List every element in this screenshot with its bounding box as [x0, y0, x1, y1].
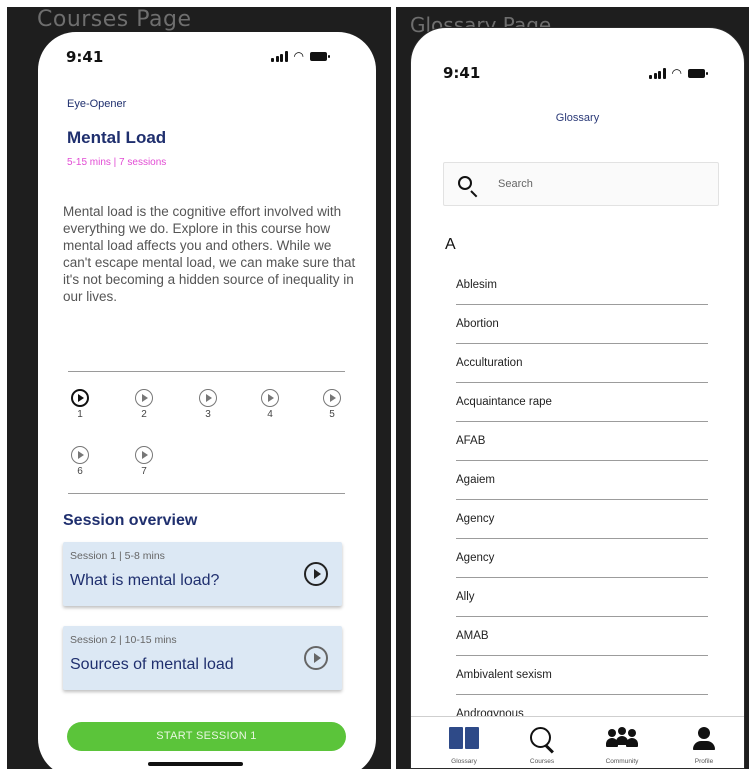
- session-button-5[interactable]: 5: [320, 389, 344, 420]
- session-button-7[interactable]: 7: [132, 446, 156, 477]
- term-label: Agency: [456, 513, 495, 525]
- frame-label: Courses Page: [37, 7, 192, 32]
- tab-label: Glossary: [451, 758, 477, 765]
- session-button-6[interactable]: 6: [68, 446, 92, 477]
- battery-icon: [309, 52, 330, 61]
- glossary-term[interactable]: AFAB: [456, 423, 708, 461]
- play-icon: [71, 389, 89, 407]
- home-indicator: [148, 762, 243, 766]
- community-icon: [605, 727, 639, 749]
- session-card-1[interactable]: Session 1 | 5-8 mins What is mental load…: [63, 542, 342, 606]
- tab-label: Profile: [694, 758, 714, 765]
- glossary-term[interactable]: Acquaintance rape: [456, 384, 708, 422]
- session-number: 1: [77, 409, 83, 420]
- glossary-term[interactable]: Ally: [456, 579, 708, 617]
- glossary-term[interactable]: Agency: [456, 540, 708, 578]
- session-overview-title: Session overview: [63, 512, 198, 529]
- phone-screen: 9:41 ◠ Eye-Opener Mental Load 5-15 mins …: [38, 32, 376, 769]
- course-category: Eye-Opener: [67, 98, 127, 110]
- glossary-term[interactable]: Abortion: [456, 306, 708, 344]
- tab-glossary[interactable]: Glossary: [429, 717, 499, 768]
- term-label: Agaiem: [456, 474, 495, 486]
- phone-screen: 9:41 ◠ Glossary Search A Ablesim Abortio…: [410, 27, 745, 769]
- term-label: Abortion: [456, 318, 499, 330]
- play-icon: [323, 389, 341, 407]
- session-number: 4: [267, 409, 273, 420]
- session-card-2[interactable]: Session 2 | 10-15 mins Sources of mental…: [63, 626, 342, 690]
- session-button-3[interactable]: 3: [196, 389, 220, 420]
- book-icon: [449, 727, 479, 749]
- tab-label: Community: [605, 758, 639, 765]
- play-icon[interactable]: [304, 562, 328, 586]
- signal-icon: [649, 68, 666, 79]
- term-label: Agency: [456, 552, 495, 564]
- tab-courses[interactable]: Courses: [507, 717, 577, 768]
- session-number: 5: [329, 409, 335, 420]
- play-icon: [71, 446, 89, 464]
- session-meta: Session 1 | 5-8 mins: [70, 550, 165, 562]
- play-icon[interactable]: [304, 646, 328, 670]
- session-button-2[interactable]: 2: [132, 389, 156, 420]
- term-label: Ally: [456, 591, 475, 603]
- glossary-page-frame: Glossary Page 9:41 ◠ Glossary Search A A…: [396, 7, 749, 769]
- session-number: 2: [141, 409, 147, 420]
- session-button-4[interactable]: 4: [258, 389, 282, 420]
- course-meta: 5-15 mins | 7 sessions: [67, 157, 167, 168]
- page-title: Glossary: [555, 112, 600, 124]
- session-meta: Session 2 | 10-15 mins: [70, 634, 177, 646]
- battery-icon: [687, 69, 708, 78]
- term-label: Ablesim: [456, 279, 497, 291]
- glossary-term[interactable]: Ablesim: [456, 267, 708, 305]
- session-number: 3: [205, 409, 211, 420]
- session-title: What is mental load?: [70, 572, 220, 589]
- status-time: 9:41: [66, 48, 104, 66]
- term-label: AFAB: [456, 435, 486, 447]
- search-icon: [530, 727, 554, 751]
- term-label: AMAB: [456, 630, 489, 642]
- play-icon: [261, 389, 279, 407]
- profile-icon: [693, 727, 715, 751]
- bottom-tab-bar: Glossary Courses Community Profile: [411, 716, 744, 768]
- wifi-icon: ◠: [671, 66, 682, 80]
- session-button-1[interactable]: 1: [68, 389, 92, 420]
- glossary-term[interactable]: Ambivalent sexism: [456, 657, 708, 695]
- status-icons: ◠: [649, 66, 708, 80]
- term-label: Acculturation: [456, 357, 523, 369]
- search-placeholder: Search: [498, 178, 533, 190]
- play-icon: [135, 446, 153, 464]
- glossary-term[interactable]: Agency: [456, 501, 708, 539]
- play-icon: [135, 389, 153, 407]
- glossary-term[interactable]: AMAB: [456, 618, 708, 656]
- divider: [68, 493, 345, 494]
- glossary-term[interactable]: Agaiem: [456, 462, 708, 500]
- start-session-button[interactable]: START SESSION 1: [67, 722, 346, 751]
- tab-profile[interactable]: Profile: [669, 717, 739, 768]
- term-label: Acquaintance rape: [456, 396, 552, 408]
- status-icons: ◠: [271, 49, 330, 63]
- search-icon: [458, 176, 472, 190]
- tab-community[interactable]: Community: [587, 717, 657, 768]
- divider: [68, 371, 345, 372]
- course-title: Mental Load: [67, 128, 167, 147]
- session-title: Sources of mental load: [70, 656, 234, 673]
- tab-label: Courses: [529, 758, 555, 765]
- signal-icon: [271, 51, 288, 62]
- course-description: Mental load is the cognitive effort invo…: [63, 204, 356, 304]
- play-icon: [199, 389, 217, 407]
- courses-page-frame: Courses Page 9:41 ◠ Eye-Opener Mental Lo…: [7, 7, 391, 769]
- term-label: Ambivalent sexism: [456, 669, 552, 681]
- status-time: 9:41: [443, 64, 481, 82]
- session-number: 7: [141, 466, 147, 477]
- letter-heading: A: [445, 236, 456, 253]
- glossary-term[interactable]: Acculturation: [456, 345, 708, 383]
- search-input[interactable]: Search: [443, 162, 719, 206]
- session-number: 6: [77, 466, 83, 477]
- wifi-icon: ◠: [293, 49, 304, 63]
